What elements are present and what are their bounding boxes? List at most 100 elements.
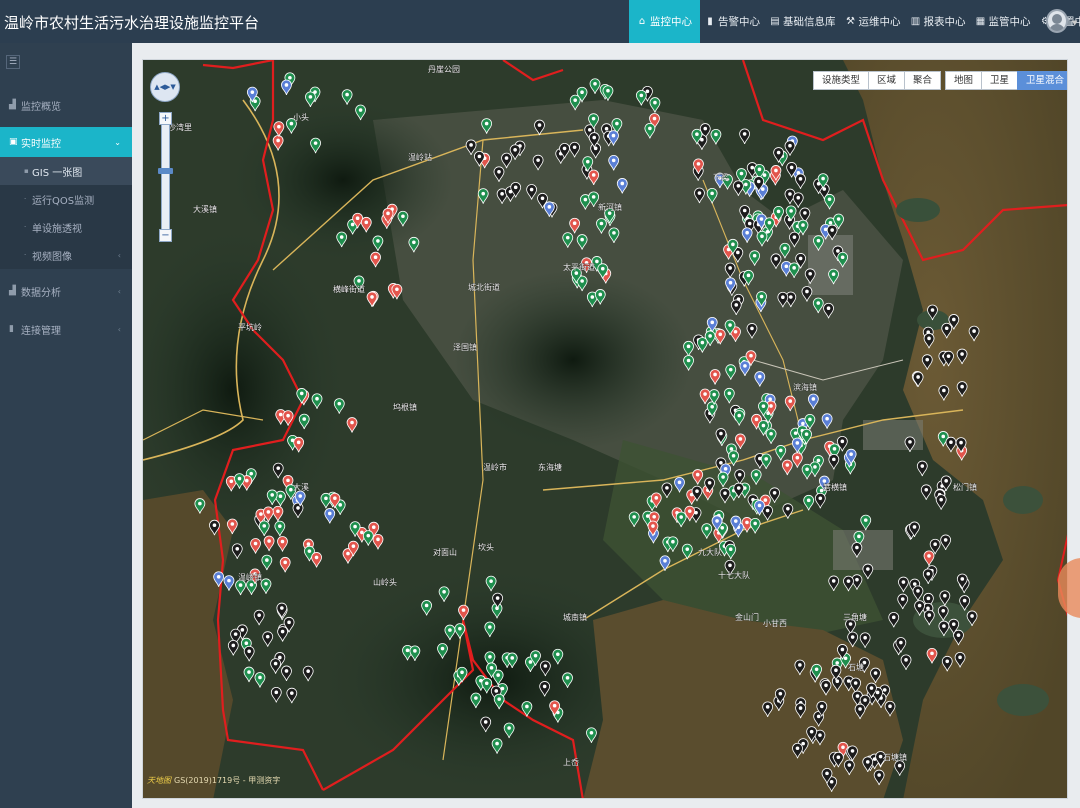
map-place-label: 温岭市: [483, 462, 507, 472]
sidebar-subitem-label: 视频图像: [32, 251, 72, 263]
sidebar-subitem-label: GIS 一张图: [32, 167, 83, 179]
zoom-slider-track[interactable]: [161, 112, 170, 242]
sidebar-subitem-single[interactable]: · 单设施透视: [0, 213, 132, 241]
menu-toggle-icon[interactable]: ☰: [6, 55, 20, 69]
map-place-label: 坞根镇: [393, 402, 417, 412]
map-place-label: 十七大队: [718, 570, 750, 580]
app-title: 温岭市农村生活污水治理设施监控平台: [4, 14, 260, 32]
map-place-label: 小甘西: [763, 618, 787, 628]
bell-icon: ▮: [707, 15, 713, 27]
map-place-label: 新河镇: [598, 202, 622, 212]
nav-alarm-center[interactable]: ▮ 告警中心: [700, 0, 765, 43]
map-place-label: 滨海镇: [793, 382, 817, 392]
map-place-label: 石塘: [848, 662, 864, 672]
sidebar-subitem-gis[interactable]: ▪ GIS 一张图: [0, 157, 132, 185]
nav-monitor-center[interactable]: ⌂ 监控中心: [629, 0, 700, 43]
bar-chart-icon: ▥: [910, 15, 921, 27]
chevron-down-icon: ⌄: [114, 137, 121, 147]
nav-label: 监管中心: [988, 16, 1031, 28]
map-place-label: 温峤镇: [238, 572, 262, 582]
map-place-label: 温岭站: [408, 152, 432, 162]
bullet-icon: ·: [24, 195, 27, 203]
map-place-label: 上岙: [563, 757, 579, 767]
map-place-label: 城北街道: [468, 282, 500, 292]
nav-reports[interactable]: ▥ 报表中心: [906, 0, 971, 43]
monitor-icon: ▣: [9, 137, 18, 147]
map-place-label: 对面山: [433, 547, 457, 557]
region-button[interactable]: 区域: [868, 71, 906, 90]
zoom-slider-thumb[interactable]: [158, 168, 173, 174]
map-place-label: 丹崖公园: [428, 65, 460, 74]
sidebar-menu: ▟ 监控概览 ▣ 实时监控 ⌄ ▪ GIS 一张图 · 运行QOS监测 · 单设施透视 · 视…: [0, 89, 132, 345]
bullet-icon: ▪: [24, 167, 29, 175]
nav-label: 运维中心: [858, 16, 901, 28]
nav-label: 告警中心: [718, 16, 760, 28]
zoom-out-button[interactable]: −: [159, 229, 172, 242]
map-place-label: 东海塘: [538, 462, 562, 472]
island: [896, 198, 940, 222]
map-place-label: 太平街道: [563, 262, 595, 272]
nav-base-info[interactable]: ▤ 基础信息库: [765, 0, 841, 43]
wrench-icon: ⚒: [846, 15, 855, 27]
nav-supervision[interactable]: ▦ 监管中心: [971, 0, 1036, 43]
map-zoom-control: ▲◀▶▼ + −: [150, 72, 180, 242]
sidebar-item-label: 数据分析: [21, 287, 61, 299]
chevron-left-icon: ‹: [117, 324, 121, 334]
sidebar-item-analysis[interactable]: ▟ 数据分析 ‹: [0, 275, 132, 307]
sidebar-subitem-video[interactable]: · 视频图像 ‹: [0, 241, 132, 269]
bullet-icon: ·: [24, 251, 27, 259]
map-place-label: 坎头: [478, 542, 494, 552]
map-place-label: 城南镇: [563, 612, 587, 622]
sidebar-item-label: 监控概览: [21, 101, 61, 113]
sidebar-item-overview[interactable]: ▟ 监控概览: [0, 89, 132, 121]
map-place-label: 小头: [293, 112, 309, 122]
sidebar-item-connection[interactable]: ▮ 连接管理 ‹: [0, 313, 132, 345]
top-bar: 温岭市农村生活污水治理设施监控平台 ⌂ 监控中心 ▮ 告警中心 ▤ 基础信息库 ⚒ 运维…: [0, 0, 1080, 43]
map-pan-control[interactable]: ▲◀▶▼: [150, 72, 180, 102]
layer-satellite-button[interactable]: 卫星: [981, 71, 1019, 90]
satellite-map-canvas[interactable]: 丹崖公园温岭站城北街道太平街道温岭市 东海塘泽国镇大溪镇沙湾里下梁横峰街道箬横镇新…: [143, 60, 1068, 799]
top-nav: ⌂监控中心 ▮告警中心 ▤基础信息库 ⚒运维中心 ▥报表中心 ▦监管中心 ⚙配置…: [629, 0, 1080, 43]
map-place-label: 下梁: [713, 173, 729, 182]
nav-maintenance[interactable]: ⚒ 运维中心: [841, 0, 906, 43]
map-place-label: 平坑岭: [238, 322, 262, 332]
user-avatar[interactable]: [1046, 9, 1068, 33]
map-place-label: 九大队: [698, 547, 722, 557]
mountain-center: [453, 270, 693, 450]
gis-map[interactable]: 丹崖公园 温岭站 城北街道 太平街道 温岭市 东海塘 泽国镇 大溪镇 沙湾里 下梁 横峰街道 箬横镇新…: [142, 59, 1068, 799]
grid-icon: ▦: [975, 15, 986, 27]
sidebar-item-label: 连接管理: [21, 325, 61, 337]
island: [997, 684, 1049, 716]
map-place-label: 松门镇: [953, 482, 977, 492]
layer-hybrid-button[interactable]: 卫星混合: [1017, 71, 1067, 90]
database-icon: ▤: [770, 15, 780, 27]
filter-buttons: 设施类型 区域 聚合: [813, 71, 942, 90]
cluster-button[interactable]: 聚合: [904, 71, 942, 90]
sidebar-submenu: ▪ GIS 一张图 · 运行QOS监测 · 单设施透视 · 视频图像 ‹: [0, 157, 132, 269]
bullet-icon: ·: [24, 223, 27, 231]
map-place-label: 大溪: [293, 482, 309, 492]
sidebar: ☰ ▟ 监控概览 ▣ 实时监控 ⌄ ▪ GIS 一张图 · 运行QOS监测 · 单设施透视 …: [0, 43, 132, 808]
nav-label: 报表中心: [923, 16, 966, 28]
link-icon: ▮: [9, 324, 14, 334]
zoom-in-button[interactable]: +: [159, 112, 172, 125]
tianditu-logo: 天地图: [147, 776, 171, 785]
sidebar-item-realtime[interactable]: ▣ 实时监控 ⌄: [0, 127, 132, 157]
map-copyright: 天地图 GS(2019)1719号 - 甲测资字: [147, 775, 280, 786]
map-place-label: 箬横镇: [823, 482, 847, 492]
map-place-label: 大溪镇: [193, 204, 217, 214]
map-place-label: 泽国镇: [453, 342, 477, 352]
sidebar-item-label: 实时监控: [21, 138, 61, 150]
analysis-icon: ▟: [9, 286, 16, 296]
sidebar-subitem-qos[interactable]: · 运行QOS监测: [0, 185, 132, 213]
facility-type-button[interactable]: 设施类型: [813, 71, 870, 90]
map-place-label: 山岭头: [373, 577, 397, 587]
sidebar-subitem-label: 运行QOS监测: [32, 195, 95, 207]
layer-map-button[interactable]: 地图: [945, 71, 983, 90]
chevron-down-icon[interactable]: ▼: [1072, 19, 1077, 27]
chevron-left-icon: ‹: [117, 250, 121, 260]
home-icon: ⌂: [638, 15, 646, 27]
nav-label: 监控中心: [650, 16, 692, 28]
chevron-left-icon: ‹: [117, 286, 121, 296]
island: [1003, 486, 1043, 514]
